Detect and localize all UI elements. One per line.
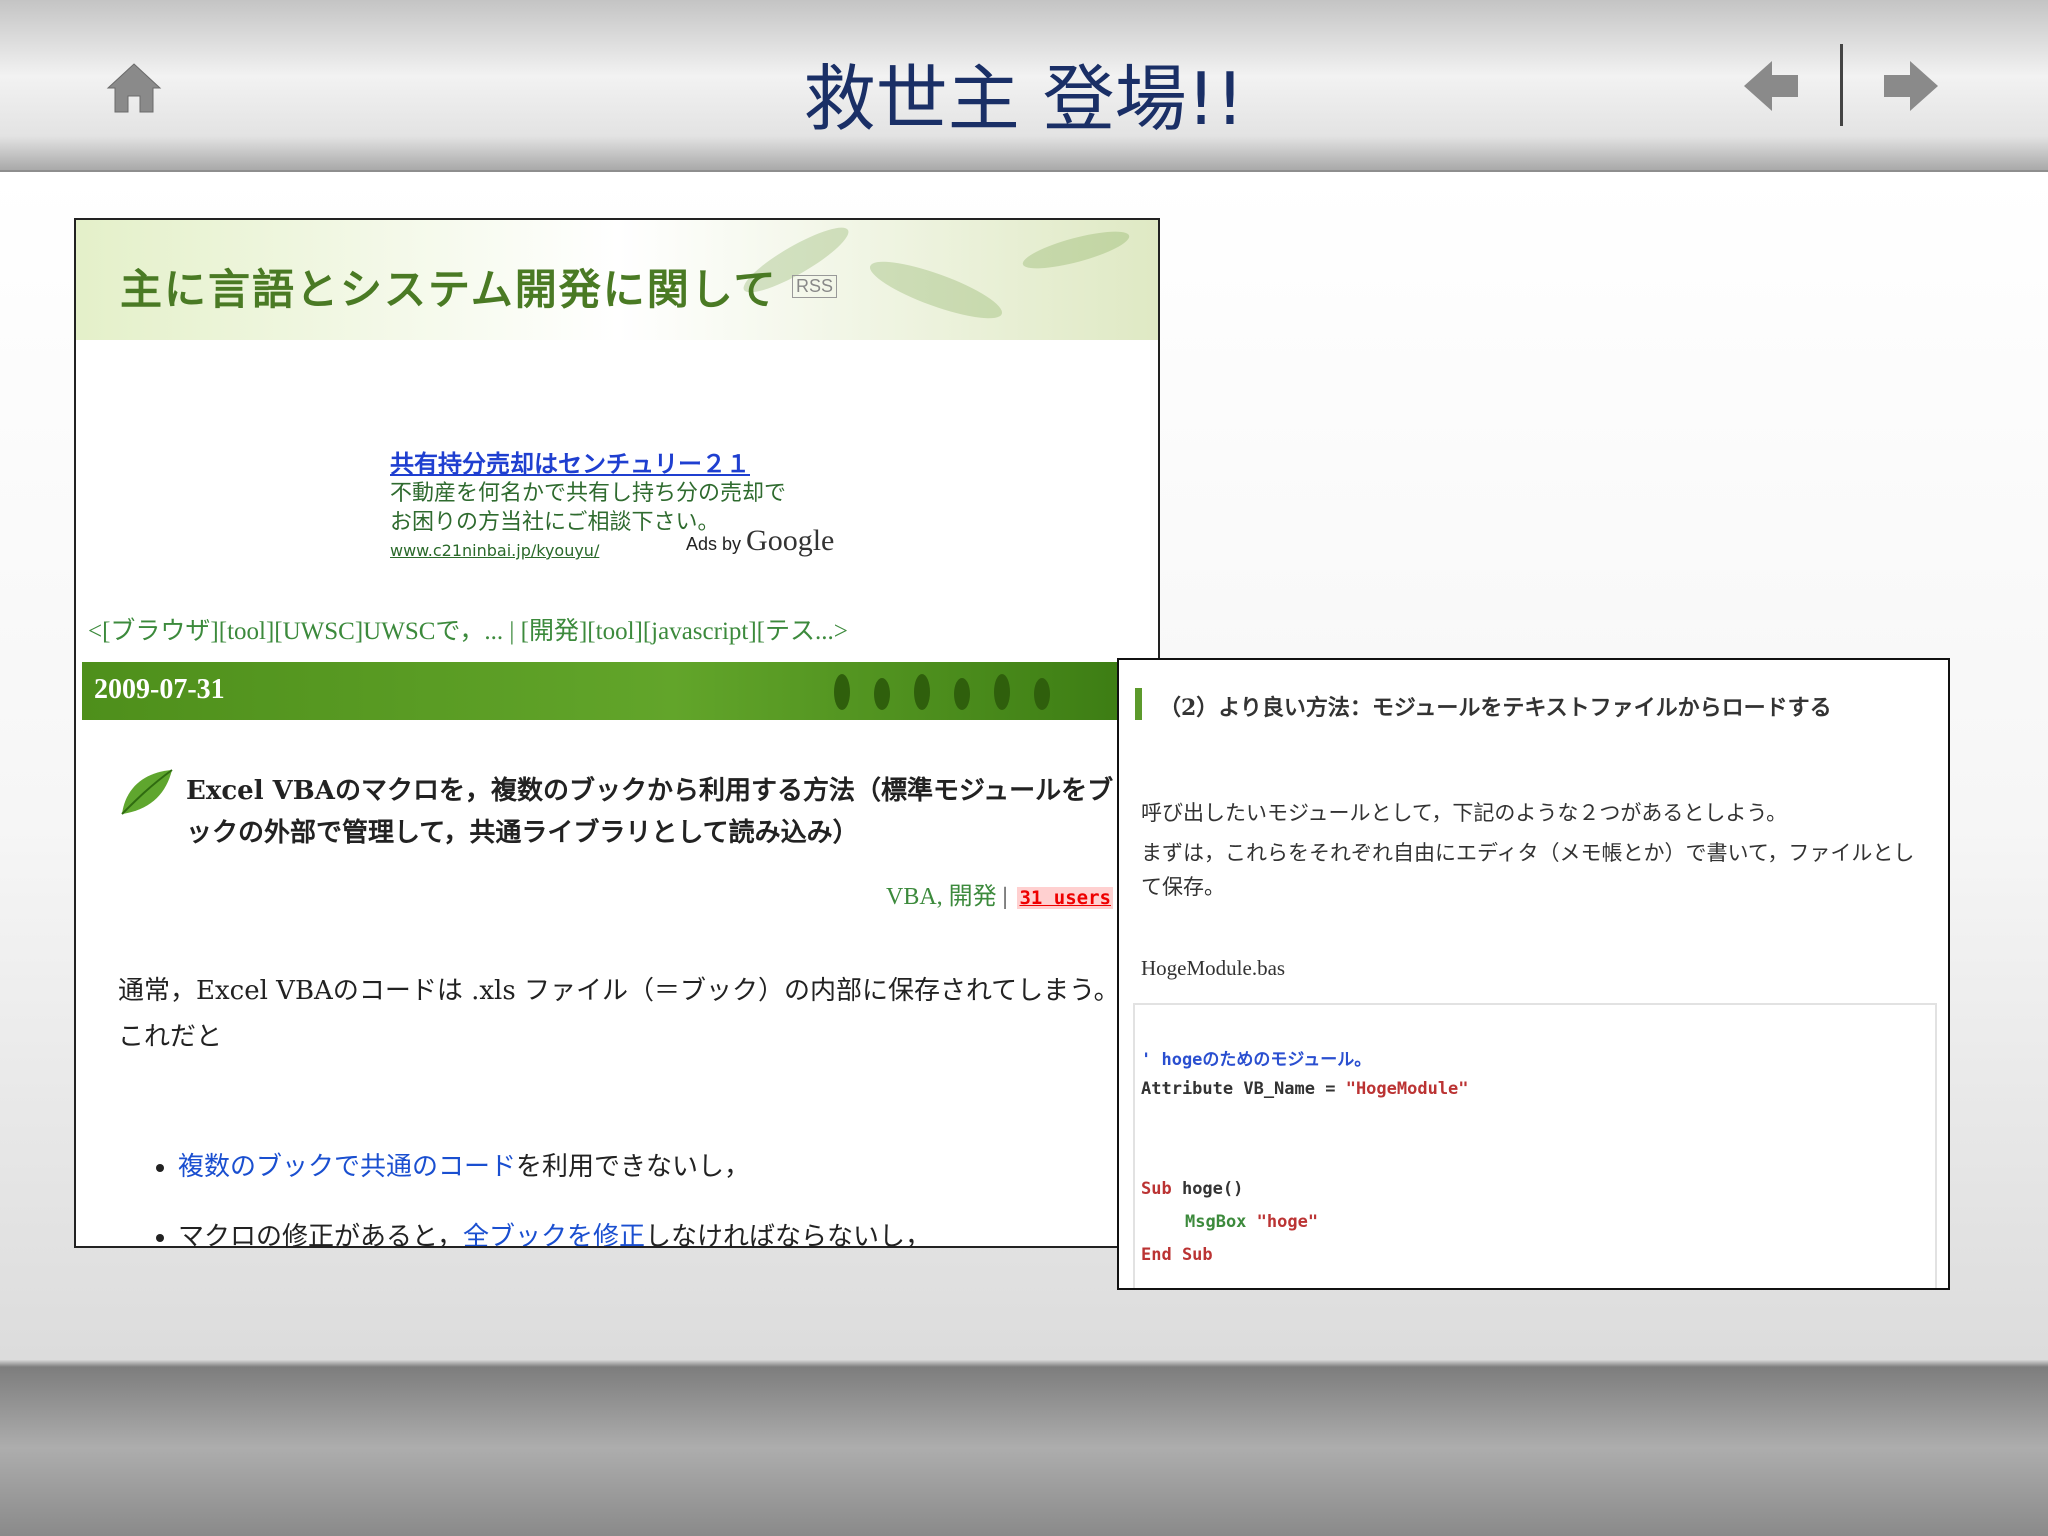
code-sub-name: hoge() xyxy=(1171,1179,1244,1199)
bullet-1-text: を利用できないし， xyxy=(516,1152,751,1182)
section-marker xyxy=(1135,688,1142,720)
date-bar: 2009-07-31 xyxy=(82,662,1158,720)
bullet-1-link[interactable]: 複数のブックで共通のコード xyxy=(178,1152,516,1182)
code-attr-keyword: Attribute VB_Name = xyxy=(1141,1079,1346,1099)
blog-title[interactable]: 主に言語とシステム開発に関して xyxy=(120,256,777,317)
post-body: 通常，Excel VBAのコードは .xls ファイル（＝ブック）の内部に保存さ… xyxy=(118,970,1128,1058)
nav-divider xyxy=(1840,44,1843,126)
paragraph-1: 呼び出したいモジュールとして，下記のような２つがあるとしよう。 xyxy=(1141,801,1788,825)
leaf-decoration-icon xyxy=(834,674,1050,710)
code-screenshot: （2）より良い方法：モジュールをテキストファイルからロードする 呼び出したいモジ… xyxy=(1117,658,1950,1290)
post-tags: VBA, 開発 | 31 users xyxy=(886,876,1113,911)
section-heading: （2）より良い方法：モジュールをテキストファイルからロードする xyxy=(1159,695,1832,721)
list-item: 複数のブックで共通のコードを利用できないし， xyxy=(178,1132,931,1202)
code-sub-keyword: Sub xyxy=(1141,1179,1172,1199)
arrow-left-icon[interactable] xyxy=(1740,55,1802,117)
list-item: マクロの修正があると，全ブックを修正しなければならないし， xyxy=(178,1202,931,1248)
leaf-decoration-icon xyxy=(743,227,1130,319)
entry-date[interactable]: 2009-07-31 xyxy=(94,674,225,706)
code-attr-value: "HogeModule" xyxy=(1345,1079,1469,1099)
blog-screenshot: 主に言語とシステム開発に関して RSS 共有持分売却はセンチュリー２１ 不動産を… xyxy=(74,218,1160,1248)
code-filename: HogeModule.bas xyxy=(1141,956,1286,980)
bullet-2-text: しなければならないし， xyxy=(644,1222,931,1248)
entry-navigation[interactable]: <[ブラウザ][tool][UWSC]UWSCで，... | [開発][tool… xyxy=(88,611,848,647)
ads-by-google[interactable]: Ads by Google xyxy=(686,524,834,558)
arrow-right-icon[interactable] xyxy=(1880,55,1942,117)
code-msg-string: "hoge" xyxy=(1246,1212,1319,1232)
code-msgbox: MsgBox xyxy=(1185,1212,1247,1232)
code-attribute-line: Attribute VB_Name = "HogeModule" xyxy=(1141,1079,1469,1099)
bullet-list: 複数のブックで共通のコードを利用できないし， マクロの修正があると，全ブックを修… xyxy=(148,1132,931,1248)
slide-header: 救世主 登場!! xyxy=(0,0,2048,172)
ads-by-label: Ads by xyxy=(686,534,742,554)
paragraph-2: まずは，これらをそれぞれ自由にエディタ（メモ帳とか）で書いて，ファイルとして保存… xyxy=(1141,841,1915,899)
code-sub-line: Sub hoge() xyxy=(1141,1179,1243,1199)
code-msgbox-line: MsgBox "hoge" xyxy=(1185,1212,1318,1232)
tag-links[interactable]: VBA, 開発 xyxy=(886,884,997,910)
code-block: ' hogeのためのモジュール。 Attribute VB_Name = "Ho… xyxy=(1133,1003,1937,1288)
leaf-icon xyxy=(121,769,173,815)
ad-text-1: 不動産を何名かで共有し持ち分の売却で xyxy=(390,481,787,506)
slide-footer xyxy=(0,1360,2048,1536)
post-title[interactable]: Excel VBAのマクロを，複数のブックから利用する方法（標準モジュールをブッ… xyxy=(186,770,1126,854)
tag-separator: | xyxy=(1002,884,1008,910)
body-paragraph-2: これだと xyxy=(118,1022,223,1052)
ad-link[interactable]: 共有持分売却はセンチュリー２１ xyxy=(390,444,850,479)
bullet-2-link[interactable]: 全ブックを修正 xyxy=(463,1222,645,1246)
rss-badge[interactable]: RSS xyxy=(792,275,838,298)
code-end-sub: End Sub xyxy=(1141,1245,1213,1265)
ad-url[interactable]: www.c21ninbai.jp/kyouyu/ xyxy=(390,541,599,560)
blog-header: 主に言語とシステム開発に関して RSS xyxy=(76,220,1158,340)
bullet-2-prefix: マクロの修正があると， xyxy=(178,1222,463,1248)
google-logo: Google xyxy=(746,524,835,557)
code-comment: ' hogeのためのモジュール。 xyxy=(1141,1050,1372,1070)
body-paragraph-1: 通常，Excel VBAのコードは .xls ファイル（＝ブック）の内部に保存さ… xyxy=(118,976,1120,1006)
bookmark-users-badge[interactable]: 31 users xyxy=(1017,887,1113,909)
